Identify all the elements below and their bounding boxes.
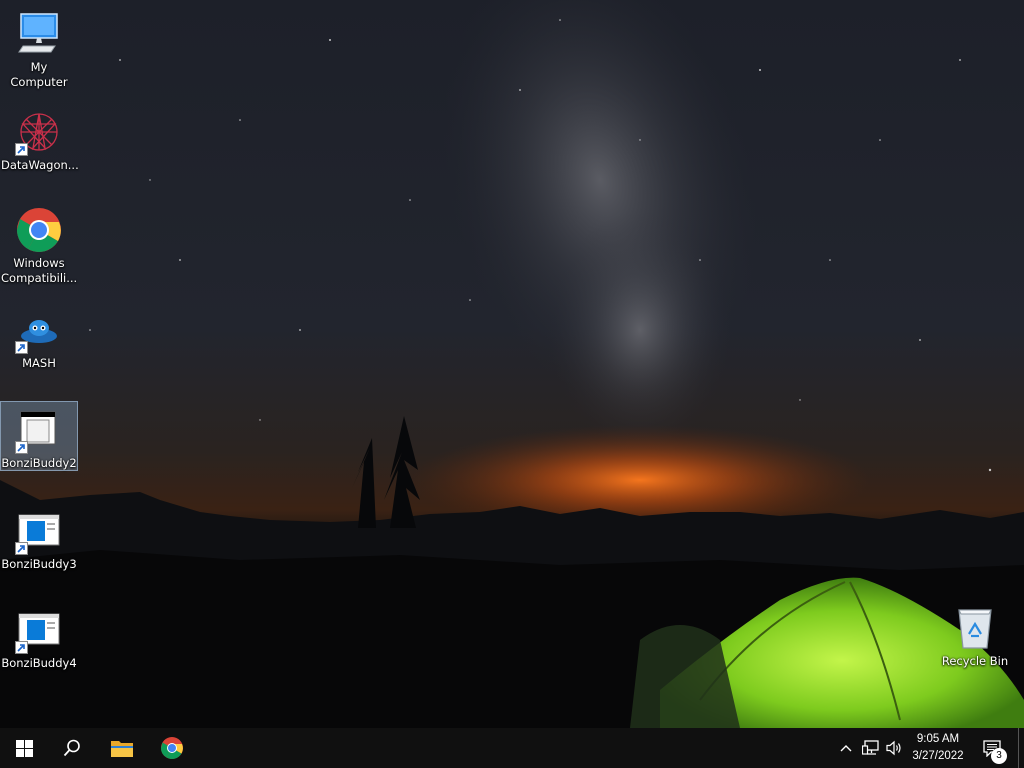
action-center-button[interactable] [973, 728, 1011, 768]
shortcut-arrow-icon [15, 143, 28, 156]
desktop-icon-bonzibuddy2[interactable]: BonziBuddy2 [0, 401, 78, 471]
desktop-icon-label: BonziBuddy2 [1, 456, 77, 470]
desktop-icon-recycle-bin[interactable]: Recycle Bin [937, 600, 1013, 670]
file-explorer-button[interactable] [98, 728, 146, 768]
taskbar-clock[interactable]: 9:05 AM 3/27/2022 [904, 731, 972, 765]
start-button[interactable] [0, 728, 48, 768]
desktop-icon-label: BonziBuddy3 [1, 557, 77, 571]
search-icon [63, 739, 80, 757]
desktop-icon-label: BonziBuddy4 [1, 656, 77, 670]
start-icon [15, 739, 33, 757]
desktop-wallpaper [0, 0, 1024, 728]
network-icon [861, 740, 879, 755]
desktop-icon-bonzibuddy4[interactable]: BonziBuddy4 [1, 602, 77, 670]
desktop-icon-bonzibuddy3[interactable]: BonziBuddy3 [1, 503, 77, 571]
clock-date: 3/27/2022 [912, 750, 964, 762]
shortcut-arrow-icon [15, 641, 28, 654]
show-hidden-icons-button[interactable] [838, 740, 856, 756]
desktop-icon-label: Windows Compatibili... [1, 256, 78, 285]
desktop-icon-label: DataWagon... [1, 158, 79, 172]
desktop-icon-windows-compatibility[interactable]: Windows Compatibili... [1, 202, 77, 288]
desktop-icon-label: MASH [22, 356, 56, 370]
desktop-icon-label: Recycle Bin [941, 654, 1009, 668]
recycle-bin-icon [958, 609, 992, 649]
desktop-icon-label: My Computer [10, 60, 68, 89]
volume-button[interactable] [886, 740, 904, 756]
shortcut-arrow-icon [15, 441, 28, 454]
shortcut-arrow-icon [15, 542, 28, 555]
shortcut-arrow-icon [15, 341, 28, 354]
desktop-icon-my-computer[interactable]: My Computer [1, 6, 77, 89]
chrome-taskbar-button[interactable] [148, 728, 196, 768]
network-button[interactable] [861, 740, 880, 756]
clock-time: 9:05 AM [916, 733, 960, 745]
chrome-icon [17, 208, 61, 252]
notification-count-badge: 3 [991, 748, 1007, 764]
show-desktop-button[interactable] [1018, 728, 1024, 768]
volume-icon [886, 740, 901, 756]
file-explorer-icon [111, 741, 133, 757]
chrome-icon [161, 737, 183, 759]
computer-icon [18, 13, 58, 53]
taskbar: 9:05 AM 3/27/2022 3 [0, 728, 1024, 768]
desktop-icon-datawagon[interactable]: DataWagon... [1, 104, 79, 174]
search-button[interactable] [48, 728, 96, 768]
chevron-up-icon [840, 745, 852, 752]
desktop-icon-mash[interactable]: MASH [1, 302, 77, 372]
